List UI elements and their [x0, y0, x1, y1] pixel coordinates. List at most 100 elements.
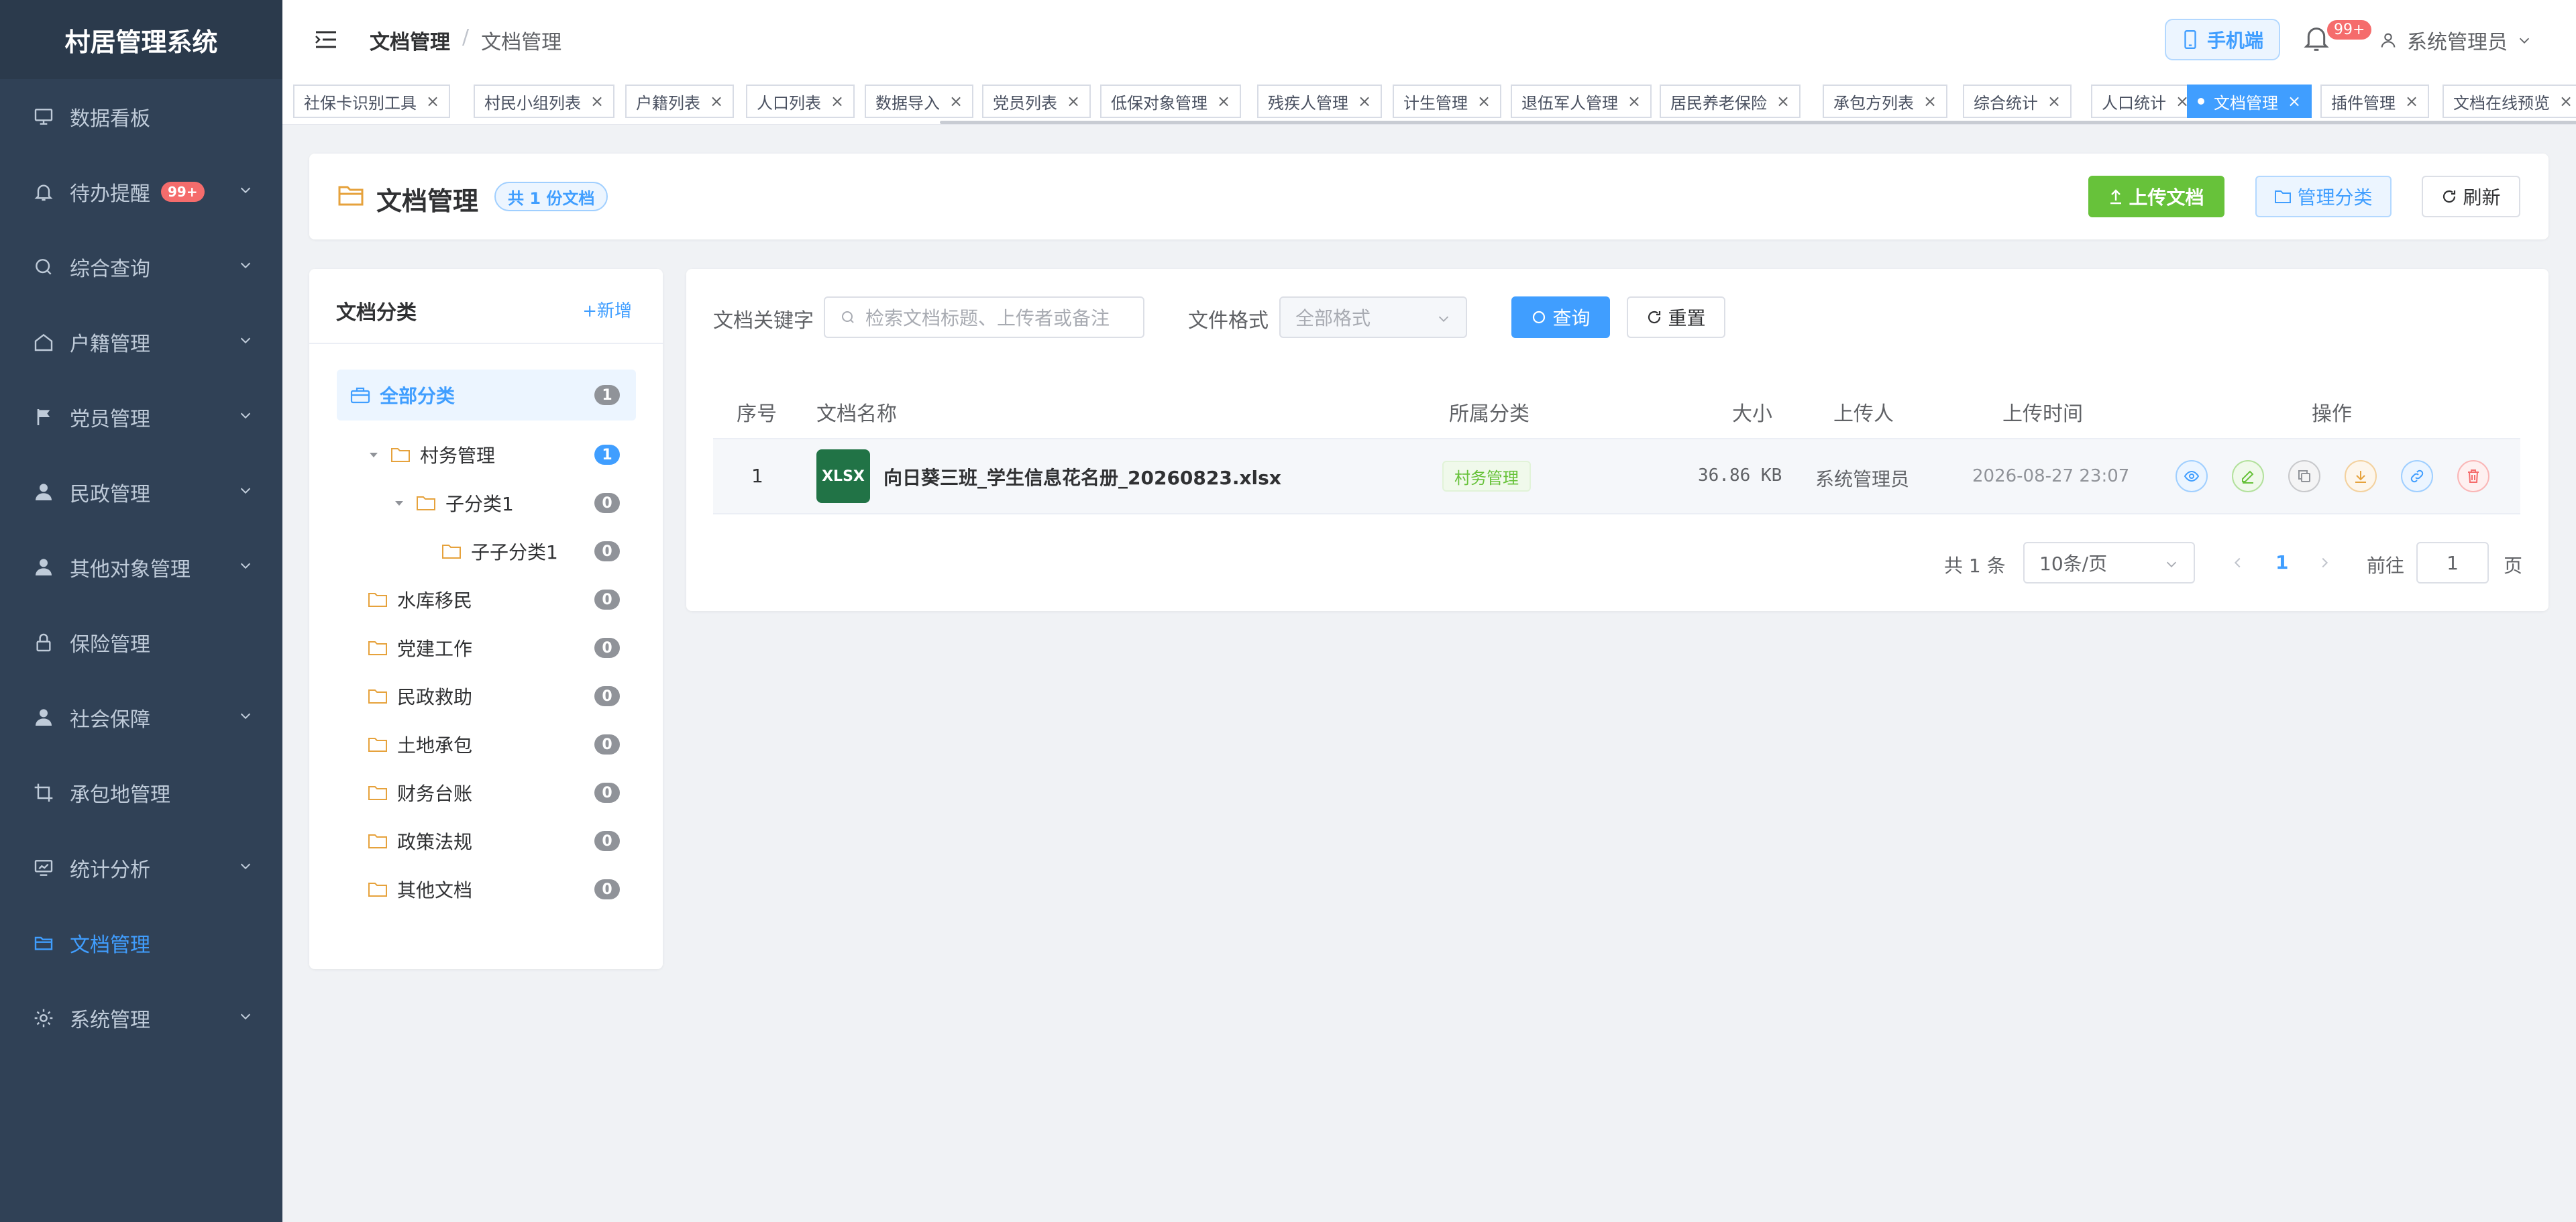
close-icon[interactable]: ×	[1217, 92, 1230, 111]
close-icon[interactable]: ×	[2559, 92, 2573, 111]
sidebar-item-contract-land[interactable]: 承包地管理	[0, 755, 282, 830]
close-icon[interactable]: ×	[1477, 92, 1491, 111]
refresh-button[interactable]: 刷新	[2422, 176, 2520, 217]
upload-document-button[interactable]: 上传文档	[2088, 176, 2224, 217]
tab-item[interactable]: 社保卡识别工具 ×	[293, 85, 451, 118]
sidebar-item-household[interactable]: 户籍管理	[0, 304, 282, 380]
home-icon	[32, 331, 55, 353]
close-icon[interactable]: ×	[1923, 92, 1937, 111]
tab-item[interactable]: 残疾人管理 ×	[1257, 85, 1383, 118]
close-icon[interactable]: ×	[710, 92, 723, 111]
manage-categories-button[interactable]: 管理分类	[2255, 176, 2392, 217]
tab-item[interactable]: 人口列表 ×	[746, 85, 855, 118]
sidebar-item-dashboard[interactable]: 数据看板	[0, 79, 282, 154]
tab-item[interactable]: 数据导入 ×	[865, 85, 974, 118]
close-icon[interactable]: ×	[830, 92, 844, 111]
close-icon[interactable]: ×	[1776, 92, 1790, 111]
next-page-icon[interactable]	[2317, 555, 2332, 570]
tab-label: 承包方列表	[1833, 93, 1914, 113]
upload-icon	[2110, 189, 2122, 205]
tree-node[interactable]: 政策法规 0	[368, 817, 636, 865]
close-icon[interactable]: ×	[426, 92, 439, 111]
tab-label: 党员列表	[993, 93, 1057, 113]
share-link-button[interactable]	[2401, 460, 2433, 492]
tab-item[interactable]: 户籍列表 ×	[625, 85, 735, 118]
tab-item[interactable]: 党员列表 ×	[982, 85, 1091, 118]
document-name[interactable]: 向日葵三班_学生信息花名册_20260823.xlsx	[883, 463, 1281, 490]
add-category-button[interactable]: +新增	[582, 297, 632, 322]
format-select[interactable]: 全部格式	[1279, 296, 1467, 338]
download-button[interactable]	[2345, 460, 2377, 492]
close-icon[interactable]: ×	[1358, 92, 1371, 111]
sidebar-item-party[interactable]: 党员管理	[0, 380, 282, 455]
tree-node[interactable]: 水库移民 0	[368, 575, 636, 624]
sidebar-item-civil[interactable]: 民政管理	[0, 455, 282, 530]
sidebar-item-documents[interactable]: 文档管理	[0, 905, 282, 981]
tab-item[interactable]: 村民小组列表 ×	[474, 85, 615, 118]
tab-item[interactable]: 计生管理 ×	[1393, 85, 1502, 118]
keyword-search-input[interactable]: 检索文档标题、上传者或备注	[824, 296, 1144, 338]
current-page[interactable]: 1	[2275, 551, 2288, 573]
close-icon[interactable]: ×	[590, 92, 604, 111]
edit-icon	[2242, 470, 2254, 484]
close-icon[interactable]: ×	[2288, 92, 2301, 111]
tree-node[interactable]: 财务台账 0	[368, 769, 636, 817]
tab-item[interactable]: 插件管理 ×	[2320, 85, 2430, 118]
sidebar-item-social-security[interactable]: 社会保障	[0, 680, 282, 755]
goto-page-value: 1	[2447, 551, 2459, 574]
xlsx-file-icon: XLSX	[816, 449, 870, 503]
breadcrumb-item[interactable]: 文档管理	[370, 25, 450, 55]
sidebar-item-system[interactable]: 系统管理	[0, 981, 282, 1056]
user-menu[interactable]: 系统管理员	[2379, 25, 2532, 55]
tab-item[interactable]: 综合统计 ×	[1963, 85, 2072, 118]
view-button[interactable]	[2176, 460, 2208, 492]
tab-active[interactable]: 文档管理 ×	[2187, 85, 2312, 118]
tab-item[interactable]: 文档在线预览 ×	[2443, 85, 2576, 118]
copy-button[interactable]	[2288, 460, 2320, 492]
prev-page-icon[interactable]	[2231, 555, 2245, 570]
tree-node-all[interactable]: 全部分类 1	[337, 370, 636, 421]
mobile-button[interactable]: 手机端	[2165, 19, 2280, 60]
tab-label: 退伍军人管理	[1521, 93, 1618, 113]
edit-button[interactable]	[2232, 460, 2264, 492]
sidebar-item-insurance[interactable]: 保险管理	[0, 605, 282, 680]
caret-down-icon[interactable]	[393, 497, 405, 509]
close-icon[interactable]: ×	[949, 92, 963, 111]
tab-item[interactable]: 人口统计 ×	[2091, 85, 2200, 118]
close-icon[interactable]: ×	[2047, 92, 2061, 111]
add-category-label: 新增	[596, 301, 632, 321]
tree-node-count: 1	[594, 385, 620, 405]
tree-node-count: 0	[594, 541, 620, 561]
sidebar-item-other-objects[interactable]: 其他对象管理	[0, 530, 282, 605]
close-icon[interactable]: ×	[2405, 92, 2418, 111]
sidebar-item-todo[interactable]: 待办提醒 99+	[0, 154, 282, 229]
folder-icon	[391, 448, 410, 462]
delete-button[interactable]	[2457, 460, 2489, 492]
hamburger-icon[interactable]	[315, 30, 337, 50]
tree-node[interactable]: 子分类1 0	[393, 479, 636, 527]
sidebar-item-query[interactable]: 综合查询	[0, 229, 282, 304]
tree-node[interactable]: 土地承包 0	[368, 720, 636, 769]
goto-page-input[interactable]: 1	[2416, 542, 2489, 584]
page-size-select[interactable]: 10条/页	[2023, 542, 2195, 584]
tab-item[interactable]: 退伍军人管理 ×	[1511, 85, 1652, 118]
tree-node[interactable]: 子子分类1 0	[419, 527, 636, 575]
tree-node[interactable]: 党建工作 0	[368, 624, 636, 672]
tab-item[interactable]: 承包方列表 ×	[1823, 85, 1948, 118]
tree-node-label: 水库移民	[397, 590, 473, 612]
close-icon[interactable]: ×	[1067, 92, 1080, 111]
tree-node[interactable]: 村务管理 1	[368, 431, 636, 479]
close-icon[interactable]: ×	[1627, 92, 1641, 111]
sidebar-item-label: 承包地管理	[70, 783, 170, 807]
tree-node[interactable]: 其他文档 0	[368, 865, 636, 913]
sidebar-item-statistics[interactable]: 统计分析	[0, 830, 282, 905]
tab-item[interactable]: 低保对象管理 ×	[1100, 85, 1242, 118]
tab-item[interactable]: 居民养老保险 ×	[1660, 85, 1801, 118]
query-button[interactable]: 查询	[1511, 296, 1610, 338]
tree-node[interactable]: 民政救助 0	[368, 672, 636, 720]
caret-down-icon[interactable]	[368, 449, 380, 461]
row-index: 1	[751, 465, 763, 487]
reset-button[interactable]: 重置	[1627, 296, 1725, 338]
download-icon	[2355, 471, 2366, 483]
tags-scrollbar[interactable]	[940, 121, 2576, 124]
